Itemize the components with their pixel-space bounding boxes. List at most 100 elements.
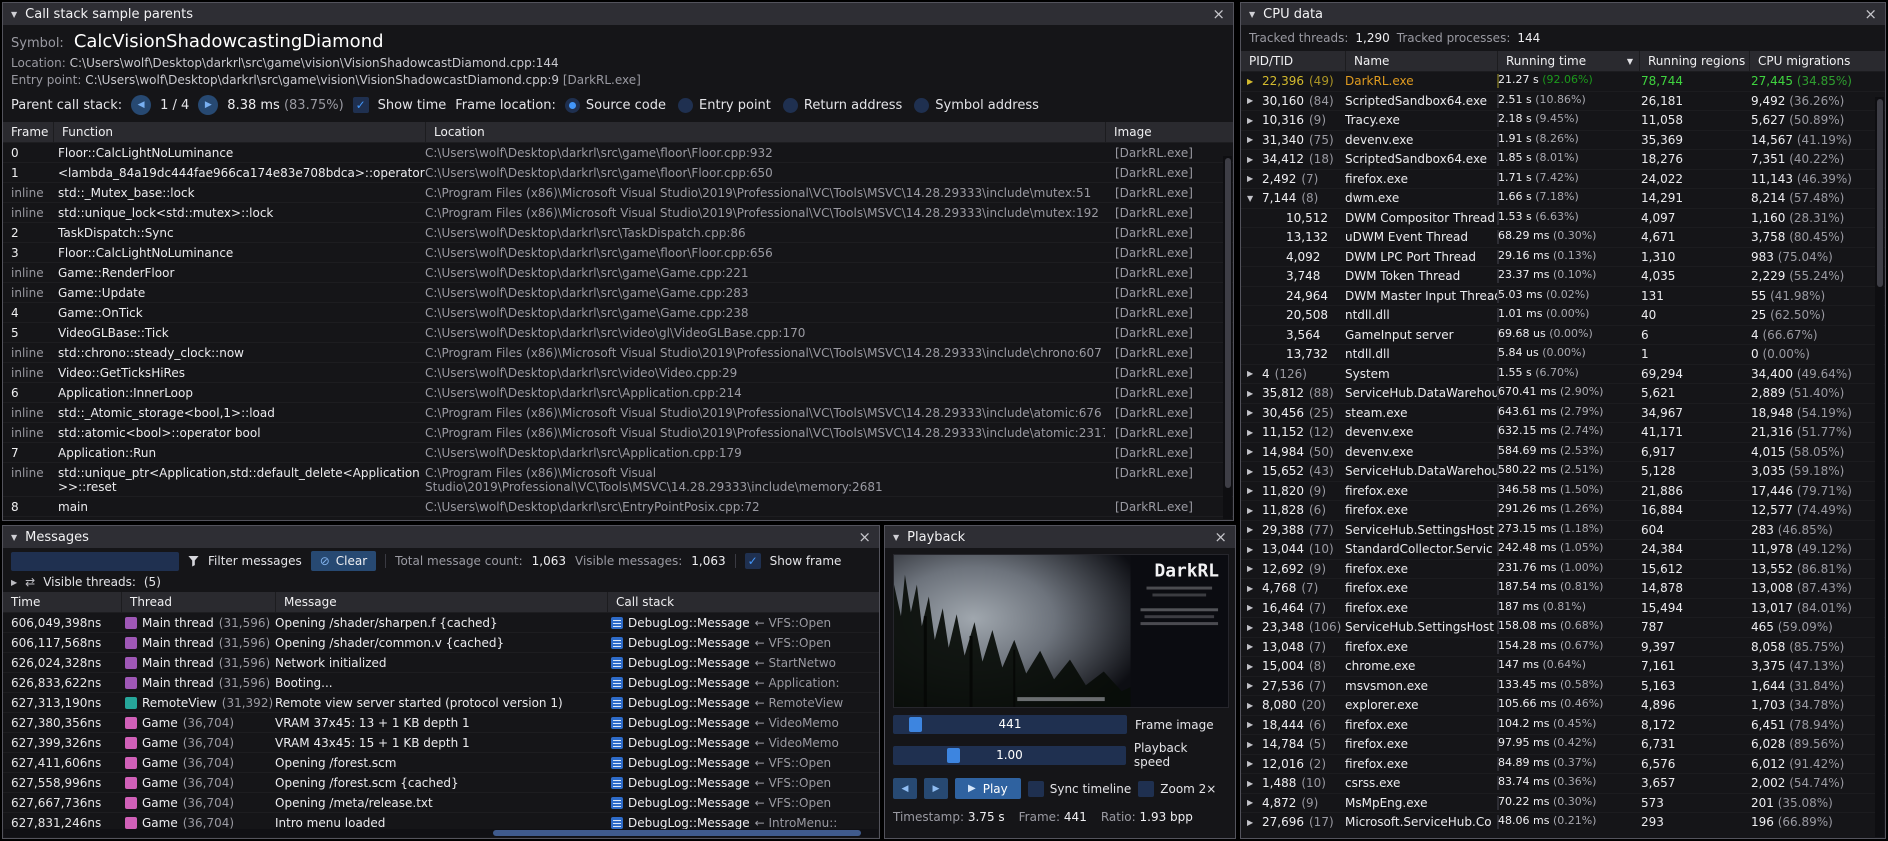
cpu-row[interactable]: ▶ 23,348 (106) ServiceHub.SettingsHost 1…: [1241, 617, 1885, 637]
cpu-row[interactable]: ▶ 14,984 (50) devenv.exe 584.69 ms (2.53…: [1241, 442, 1885, 462]
step-forward-button[interactable]: ▶: [924, 778, 948, 799]
scrollbar-thumb[interactable]: [1877, 99, 1883, 287]
frame-image-slider[interactable]: 441: [893, 715, 1127, 734]
cpu-row[interactable]: 4,092 DWM LPC Port Thread 29.16 ms (0.13…: [1241, 247, 1885, 267]
message-callstack[interactable]: DebugLog::Message ← VFS::Open: [607, 756, 879, 770]
play-button[interactable]: ▶ Play: [955, 778, 1021, 799]
callstack-table-row[interactable]: inline Video::GetTicksHiRes C:\Users\wol…: [3, 362, 1233, 382]
callstack-table-row[interactable]: inline Game::RenderFloor C:\Users\wolf\D…: [3, 262, 1233, 282]
callstack-table-row[interactable]: inline std::unique_lock<std::mutex>::loc…: [3, 202, 1233, 222]
column-header-time[interactable]: Time: [3, 592, 121, 612]
radio-icon[interactable]: [783, 98, 798, 113]
message-callstack[interactable]: DebugLog::Message ← VideoMemo: [607, 716, 879, 730]
prev-parent-button[interactable]: ◀: [131, 95, 151, 115]
cpu-row[interactable]: ▶ 12,016 (2) firefox.exe 84.89 ms (0.37%…: [1241, 754, 1885, 774]
scrollbar-thumb[interactable]: [493, 830, 860, 836]
close-icon[interactable]: ×: [1212, 7, 1225, 21]
expand-arrow-icon[interactable]: ▶: [1247, 759, 1257, 768]
message-filter-input[interactable]: [11, 552, 179, 571]
callstack-table-row[interactable]: inline std::_Mutex_base::lock C:\Program…: [3, 182, 1233, 202]
cpu-row[interactable]: ▶ 14,784 (5) firefox.exe 97.95 ms (0.42%…: [1241, 734, 1885, 754]
expand-arrow-icon[interactable]: ▶: [1247, 720, 1257, 729]
callstack-table-row[interactable]: 3 Floor::CalcLightNoLuminance C:\Users\w…: [3, 242, 1233, 262]
column-header-pid-tid[interactable]: PID/TID: [1241, 51, 1345, 71]
cpu-row[interactable]: ▶ 13,044 (10) StandardCollector.Servic 2…: [1241, 539, 1885, 559]
callstack-table-row[interactable]: inline std::_Atomic_storage<bool,1>::loa…: [3, 402, 1233, 422]
step-back-button[interactable]: ◀: [893, 778, 917, 799]
message-callstack[interactable]: DebugLog::Message ← StartNetwo: [607, 656, 879, 670]
expand-arrow-icon[interactable]: ▶: [1247, 428, 1257, 437]
expand-arrow-icon[interactable]: ▶: [1247, 740, 1257, 749]
close-icon[interactable]: ×: [1214, 530, 1227, 544]
cpu-row[interactable]: ▶ 15,652 (43) ServiceHub.DataWarehou 580…: [1241, 461, 1885, 481]
cpu-row[interactable]: ▶ 27,696 (17) Microsoft.ServiceHub.Co 48…: [1241, 812, 1885, 832]
column-header-cpu-migrations[interactable]: CPU migrations: [1749, 51, 1885, 71]
message-callstack[interactable]: DebugLog::Message ← RemoteView: [607, 696, 879, 710]
cpu-row[interactable]: 24,964 DWM Master Input Thread 5.03 ms (…: [1241, 286, 1885, 306]
radio-icon[interactable]: [565, 98, 580, 113]
message-callstack[interactable]: DebugLog::Message ← VFS::Open: [607, 796, 879, 810]
callstack-table-row[interactable]: inline std::chrono::steady_clock::now C:…: [3, 342, 1233, 362]
column-header-function[interactable]: Function: [53, 122, 425, 142]
callstack-table-row[interactable]: inline std::unique_ptr<Application,std::…: [3, 462, 1233, 496]
close-icon[interactable]: ×: [1864, 7, 1877, 21]
cpu-titlebar[interactable]: ▼ CPU data ×: [1241, 3, 1885, 25]
cpu-row[interactable]: ▶ 30,160 (84) ScriptedSandbox64.exe 2.51…: [1241, 91, 1885, 111]
show-time-checkbox[interactable]: ✓: [353, 97, 369, 113]
message-row[interactable]: 627,313,190ns RemoteView (31,392) Remote…: [3, 692, 879, 712]
expand-arrow-icon[interactable]: ▶: [1247, 96, 1257, 105]
cpu-row[interactable]: ▶ 4 (126) System 1.55 s (6.70%) 69,294: [1241, 364, 1885, 384]
cpu-row[interactable]: ▶ 2,492 (7) firefox.exe 1.71 s (7.42%) 2…: [1241, 169, 1885, 189]
show-frame-checkbox[interactable]: ✓: [745, 553, 761, 569]
close-icon[interactable]: ×: [858, 530, 871, 544]
expand-arrow-icon[interactable]: ▶: [1247, 779, 1257, 788]
message-callstack[interactable]: DebugLog::Message ← IntroMenu::: [607, 816, 879, 830]
column-header-location[interactable]: Location: [425, 122, 1105, 142]
cpu-row[interactable]: ▶ 10,316 (9) Tracy.exe 2.18 s (9.45%) 11…: [1241, 110, 1885, 130]
zoom-2x-option[interactable]: ✓ Zoom 2×: [1138, 781, 1216, 797]
callstack-table-row[interactable]: inline Game::Update C:\Users\wolf\Deskto…: [3, 282, 1233, 302]
callstack-table-row[interactable]: 0 Floor::CalcLightNoLuminance C:\Users\w…: [3, 142, 1233, 162]
radio-icon[interactable]: [914, 98, 929, 113]
cpu-row[interactable]: ▶ 22,396 (49) DarkRL.exe 21.27 s (92.06%…: [1241, 71, 1885, 91]
frame-location-radio[interactable]: Symbol address: [914, 98, 1039, 113]
cpu-row[interactable]: 3,564 GameInput server 69.68 us (0.00%) …: [1241, 325, 1885, 345]
column-header-running-time[interactable]: Running time ▼: [1497, 51, 1639, 71]
callstack-table-row[interactable]: 4 Game::OnTick C:\Users\wolf\Desktop\dar…: [3, 302, 1233, 322]
collapse-icon[interactable]: ▼: [1249, 10, 1255, 19]
frame-location-radio[interactable]: Return address: [783, 98, 902, 113]
cpu-row[interactable]: ▶ 29,388 (77) ServiceHub.SettingsHost 27…: [1241, 520, 1885, 540]
cpu-row[interactable]: ▶ 34,412 (18) ScriptedSandbox64.exe 1.85…: [1241, 149, 1885, 169]
callstack-table-row[interactable]: 5 VideoGLBase::Tick C:\Users\wolf\Deskto…: [3, 322, 1233, 342]
messages-titlebar[interactable]: ▼ Messages ×: [3, 526, 879, 548]
message-row[interactable]: 626,024,328ns Main thread (31,596) Netwo…: [3, 652, 879, 672]
cpu-row[interactable]: 13,732 ntdll.dll 5.84 us (0.00%) 1: [1241, 344, 1885, 364]
expand-arrow-icon[interactable]: ▶: [1247, 506, 1257, 515]
column-header-name[interactable]: Name: [1345, 51, 1497, 71]
frame-location-radio[interactable]: Entry point: [678, 98, 771, 113]
expand-arrow-icon[interactable]: ▶: [1247, 603, 1257, 612]
expand-arrow-icon[interactable]: ▶: [1247, 642, 1257, 651]
collapse-icon[interactable]: ▼: [11, 10, 17, 19]
cpu-row[interactable]: ▶ 30,456 (25) steam.exe 643.61 ms (2.79%…: [1241, 403, 1885, 423]
column-header-image[interactable]: Image: [1105, 122, 1233, 142]
expand-arrow-icon[interactable]: ▶: [1247, 408, 1257, 417]
callstack-table-row[interactable]: 7 Application::Run C:\Users\wolf\Desktop…: [3, 442, 1233, 462]
visible-threads-toggle[interactable]: ▶ ⇄ Visible threads: (5): [3, 574, 879, 592]
cpu-row[interactable]: ▶ 4,768 (7) firefox.exe 187.54 ms (0.81%…: [1241, 578, 1885, 598]
callstack-table-row[interactable]: 2 TaskDispatch::Sync C:\Users\wolf\Deskt…: [3, 222, 1233, 242]
frame-location-radio[interactable]: Source code: [565, 98, 666, 113]
clear-button[interactable]: ⊘ Clear: [311, 551, 376, 571]
column-header-callstack[interactable]: Call stack: [607, 592, 879, 612]
column-header-running-regions[interactable]: Running regions: [1639, 51, 1749, 71]
cpu-row[interactable]: ▶ 11,820 (9) firefox.exe 346.58 ms (1.50…: [1241, 481, 1885, 501]
cpu-row[interactable]: ▶ 8,080 (20) explorer.exe 105.66 ms (0.4…: [1241, 695, 1885, 715]
cpu-row[interactable]: ▶ 27,536 (7) msvsmon.exe 133.45 ms (0.58…: [1241, 676, 1885, 696]
expand-arrow-icon[interactable]: ▶: [1247, 662, 1257, 671]
sync-timeline-option[interactable]: ✓ Sync timeline: [1028, 781, 1132, 797]
cpu-row[interactable]: 20,508 ntdll.dll 1.01 ms (0.00%) 40: [1241, 305, 1885, 325]
cpu-row[interactable]: ▶ 4,872 (9) MsMpEng.exe 70.22 ms (0.30%)…: [1241, 793, 1885, 813]
cpu-row[interactable]: 13,132 uDWM Event Thread 68.29 ms (0.30%…: [1241, 227, 1885, 247]
message-callstack[interactable]: DebugLog::Message ← VideoMemo: [607, 736, 879, 750]
collapse-icon[interactable]: ▼: [893, 533, 899, 542]
